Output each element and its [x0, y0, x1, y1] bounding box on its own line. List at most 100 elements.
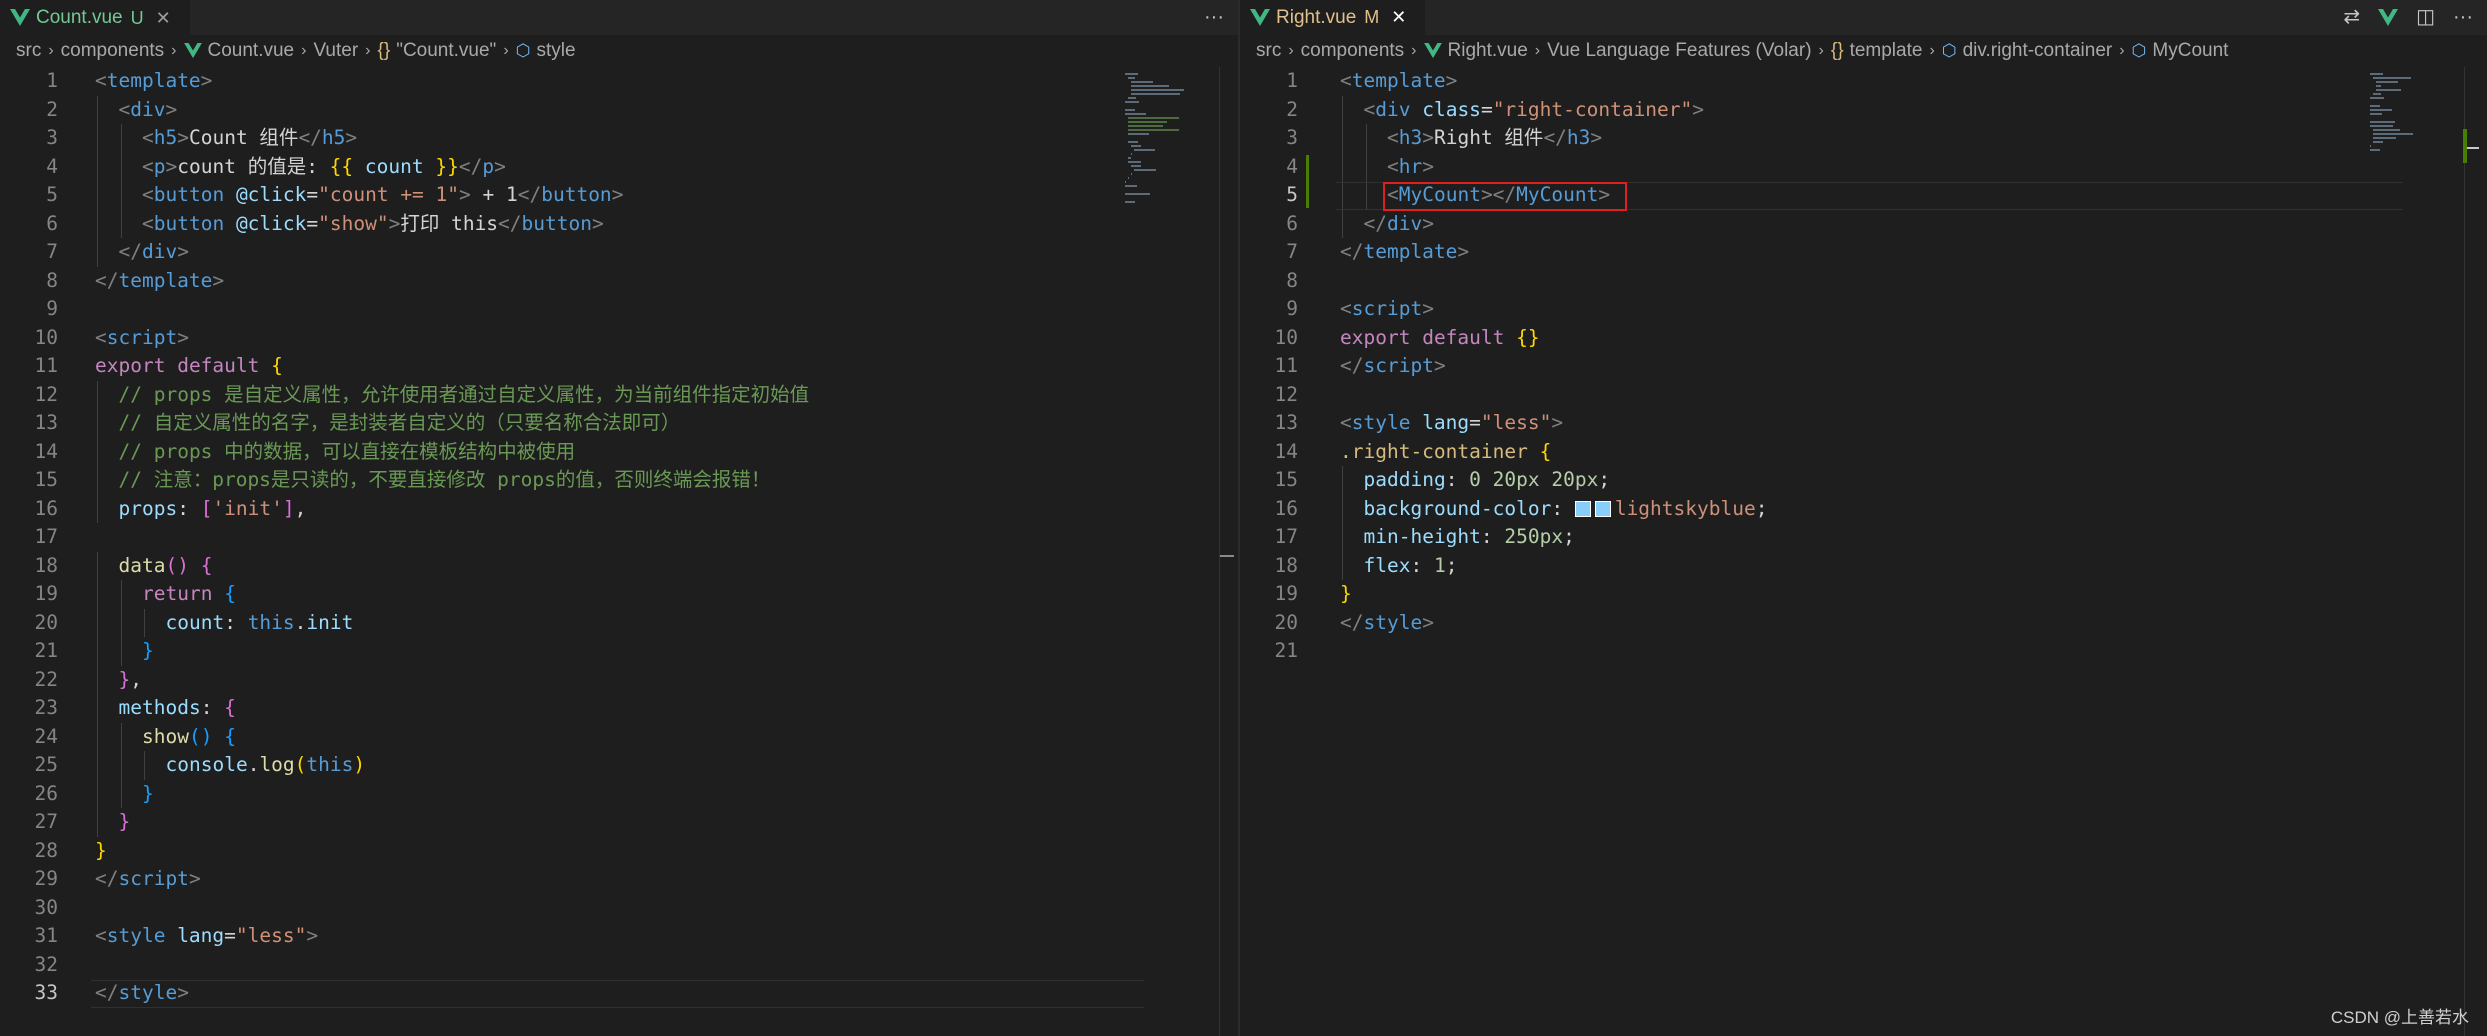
- code-text: count: this.init: [165, 610, 354, 634]
- close-icon[interactable]: ✕: [156, 8, 171, 29]
- breadcrumb-chevron-icon: ›: [48, 42, 54, 59]
- git-status-badge: U: [130, 7, 144, 28]
- code-text: <style lang="less">: [95, 924, 319, 947]
- breadcrumb-chevron-icon: ›: [503, 42, 509, 59]
- line-number: 25: [34, 753, 58, 776]
- line-number: 20: [34, 610, 58, 634]
- code-text: </template>: [95, 268, 225, 292]
- code-line: 17: [0, 523, 1238, 552]
- line-number: 19: [34, 582, 58, 605]
- left-editor-group: Count.vue U ✕ ··· src › components › Count.v…: [0, 0, 1238, 1036]
- breadcrumb-item[interactable]: Vuter: [313, 40, 358, 62]
- code-line: 18 data() {: [0, 552, 1238, 581]
- code-text: <script>: [95, 325, 189, 349]
- breadcrumb-label: Vue Language Features (Volar): [1547, 40, 1812, 61]
- minimap[interactable]: [1125, 73, 1225, 205]
- line-number: 4: [46, 154, 58, 178]
- code-text: // props 是自定义属性，允许使用者通过自定义属性，为当前组件指定初始值: [118, 382, 810, 406]
- breadcrumb-item[interactable]: components: [1301, 40, 1405, 62]
- code-line: 6 </div>: [1240, 210, 2487, 239]
- code-text: </script>: [1340, 354, 1446, 377]
- vue-devtools-icon[interactable]: [2378, 0, 2399, 35]
- line-number: 1: [1286, 69, 1298, 92]
- code-line: 2 <div class="right-container">: [1240, 96, 2487, 125]
- line-number: 10: [1274, 325, 1298, 349]
- vue-file-icon: [10, 9, 30, 26]
- color-swatch[interactable]: [1574, 501, 1591, 517]
- open-changes-icon[interactable]: ⇄: [2343, 0, 2360, 35]
- style-symbol-icon: ⬡: [515, 41, 531, 60]
- code-text: return {: [142, 582, 236, 605]
- line-number: 6: [46, 211, 58, 235]
- git-modified-gutter-marker[interactable]: [1306, 154, 1309, 208]
- breadcrumb-item[interactable]: Vue Language Features (Volar): [1547, 40, 1811, 62]
- line-number: 8: [1286, 268, 1298, 292]
- code-text: min-height: 250px;: [1363, 525, 1575, 548]
- code-text: <div>: [118, 97, 178, 121]
- code-text: // 注意：props是只读的，不要直接修改 props的值，否则终端会报错！: [118, 468, 771, 491]
- line-number: 32: [34, 952, 58, 976]
- breadcrumb-item[interactable]: Count.vue: [183, 40, 295, 62]
- code-line: 16 background-color: lightskyblue;: [1240, 495, 2487, 524]
- more-actions-icon[interactable]: ···: [1204, 0, 1224, 35]
- vertical-scrollbar[interactable]: [1219, 67, 1234, 1036]
- code-text: show() {: [142, 724, 236, 748]
- breadcrumb-item[interactable]: {} "Count.vue": [378, 40, 497, 62]
- code-text: <button @click="show">打印 this</button>: [142, 211, 604, 235]
- line-number: 9: [1286, 297, 1298, 320]
- curly-braces-icon: {}: [377, 40, 391, 61]
- code-line: 9 <script>: [1240, 295, 2487, 324]
- breadcrumb-label: Vuter: [313, 40, 359, 61]
- tab-right-vue[interactable]: Right.vue M ✕: [1240, 0, 1425, 35]
- breadcrumb-label: Count.vue: [207, 40, 295, 61]
- code-line: 3 <h5>Count 组件</h5>: [0, 124, 1238, 153]
- code-line: 11 </script>: [1240, 352, 2487, 381]
- code-line: 19}: [1240, 580, 2487, 609]
- tab-count-vue[interactable]: Count.vue U ✕: [0, 0, 190, 35]
- breadcrumb: src › components › Right.vue › Vue Language Fe…: [1240, 35, 2487, 67]
- left-tab-bar: Count.vue U ✕ ···: [0, 0, 1238, 35]
- code-text: export default {}: [1340, 325, 1540, 349]
- line-number: 16: [1274, 496, 1298, 520]
- code-line: 27}: [0, 808, 1238, 837]
- right-tab-bar: Right.vue M ✕ ⇄ ◫ ···: [1240, 0, 2487, 35]
- code-line: 5 <button @click="count += 1"> + 1</butto…: [0, 181, 1238, 210]
- code-text: data() {: [118, 553, 213, 577]
- code-editor[interactable]: 1 <template> 2 <div> 3 <h5>Count 组件</h5> 4 <p>c…: [0, 67, 1238, 1036]
- code-line: 22},: [0, 666, 1238, 695]
- code-text: </div>: [118, 240, 189, 263]
- breadcrumb-item[interactable]: ⬡ div.right-container: [1942, 40, 2112, 62]
- code-line: 14 .right-container {: [1240, 438, 2487, 467]
- code-text: <style lang="less">: [1340, 411, 1564, 434]
- breadcrumb-item[interactable]: ⬡ style: [516, 40, 576, 62]
- code-line: 12: [1240, 381, 2487, 410]
- code-line: 26}: [0, 780, 1238, 809]
- color-swatch[interactable]: [1594, 501, 1611, 517]
- breadcrumb-item[interactable]: ⬡ MyCount: [2132, 40, 2229, 62]
- code-text: }: [95, 838, 107, 862]
- split-editor-icon[interactable]: ◫: [2416, 0, 2435, 35]
- line-number: 14: [34, 439, 58, 463]
- line-number: 11: [1274, 354, 1298, 377]
- code-editor[interactable]: 1 <template> 2 <div class="right-container"…: [1240, 67, 2487, 1036]
- breadcrumb-item[interactable]: components: [61, 40, 165, 62]
- code-line: 21}: [0, 637, 1238, 666]
- breadcrumb-item[interactable]: {} template: [1831, 40, 1923, 62]
- minimap[interactable]: [2370, 73, 2470, 157]
- breadcrumb-item[interactable]: src: [1256, 40, 1281, 62]
- breadcrumb-item[interactable]: src: [16, 40, 41, 62]
- vertical-scrollbar[interactable]: [2463, 67, 2479, 1036]
- code-line: 29 </script>: [0, 865, 1238, 894]
- line-number: 20: [1274, 610, 1298, 634]
- line-number: 31: [34, 924, 58, 947]
- code-text: <div class="right-container">: [1363, 97, 1705, 121]
- close-icon[interactable]: ✕: [1391, 7, 1406, 28]
- breadcrumb-item[interactable]: Right.vue: [1423, 40, 1528, 62]
- code-text: }: [142, 639, 154, 662]
- line-number: 13: [1274, 411, 1298, 434]
- more-actions-icon[interactable]: ···: [2453, 0, 2473, 35]
- breadcrumb-label: src: [1256, 40, 1282, 61]
- line-number: 9: [46, 297, 58, 320]
- breadcrumb-label: components: [1300, 40, 1405, 61]
- code-line: 23 methods: {: [0, 694, 1238, 723]
